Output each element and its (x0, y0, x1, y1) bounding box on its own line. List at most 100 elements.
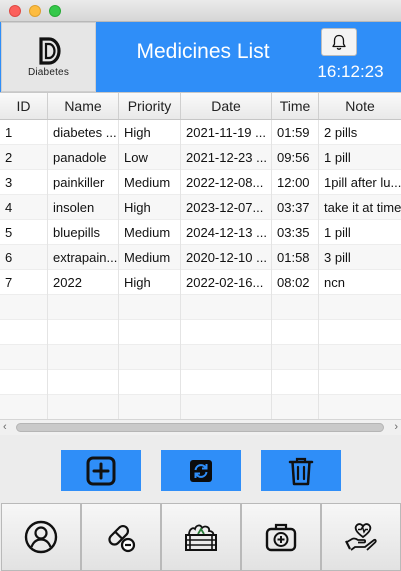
cell-priority: Medium (119, 220, 181, 245)
cell-id (0, 395, 48, 420)
cell-date: 2023-12-07... (181, 195, 272, 220)
header: Diabetes Medicines List 16:12:23 (0, 22, 401, 92)
cell-note: 1 pill (324, 225, 351, 240)
table-row[interactable] (0, 395, 401, 420)
column-header-note[interactable]: Note (319, 93, 401, 119)
horizontal-scrollbar[interactable]: ‹ › (0, 419, 401, 435)
table-row[interactable]: 7 2022 High 2022-02-16... 08:02 ncn (0, 270, 401, 295)
cell-name: diabetes ... (48, 120, 119, 145)
cell-id: 3 (0, 170, 48, 195)
cell-priority: Medium (119, 170, 181, 195)
cell-date: 2022-02-16... (181, 270, 272, 295)
cell-note (319, 320, 401, 345)
add-medicine-button[interactable] (61, 450, 141, 491)
window-close-button[interactable] (9, 5, 21, 17)
window-minimize-button[interactable] (29, 5, 41, 17)
bottom-navigation (0, 503, 401, 571)
cell-time: 03:37 (272, 195, 319, 220)
cell-date (181, 395, 272, 420)
trash-icon (288, 457, 314, 485)
cell-date (181, 320, 272, 345)
table-row[interactable]: 3 painkiller Medium 2022-12-08... 12:00 1pill… (0, 170, 401, 195)
table-row[interactable]: 6 extrapain... Medium 2020-12-10 ... 01:58 3 … (0, 245, 401, 270)
diabetes-logo-icon (39, 37, 61, 65)
cell-time (272, 345, 319, 370)
table-row[interactable]: 4 insolen High 2023-12-07... 03:37 take it at… (0, 195, 401, 220)
nav-food-button[interactable] (161, 503, 241, 571)
user-circle-icon (24, 520, 58, 554)
cell-id: 7 (0, 270, 48, 295)
cell-priority: High (119, 120, 181, 145)
cell-id (0, 295, 48, 320)
cell-id (0, 370, 48, 395)
column-header-time[interactable]: Time (272, 93, 319, 119)
column-header-priority[interactable]: Priority (119, 93, 181, 119)
window-maximize-button[interactable] (49, 5, 61, 17)
cell-time: 12:00 (272, 170, 319, 195)
column-header-name[interactable]: Name (48, 93, 119, 119)
cell-time: 01:59 (272, 120, 319, 145)
cell-note (319, 370, 401, 395)
cell-date (181, 370, 272, 395)
cell-id: 2 (0, 145, 48, 170)
column-header-id[interactable]: ID (0, 93, 48, 119)
table-row[interactable] (0, 370, 401, 395)
cell-name (48, 295, 119, 320)
heart-hand-icon (345, 523, 377, 551)
bell-icon (332, 34, 346, 50)
notifications-button[interactable] (321, 28, 357, 56)
cell-id: 6 (0, 245, 48, 270)
cell-name (48, 395, 119, 420)
cell-date (181, 295, 272, 320)
cell-note (319, 345, 401, 370)
cell-name: painkiller (48, 170, 119, 195)
cell-date: 2021-12-23 ... (181, 145, 272, 170)
cell-date: 2022-12-08... (181, 170, 272, 195)
nav-profile-button[interactable] (1, 503, 81, 571)
cell-priority (119, 345, 181, 370)
title-bar (0, 0, 401, 22)
nav-health-button[interactable] (321, 503, 401, 571)
cell-name: 2022 (48, 270, 119, 295)
cell-priority (119, 395, 181, 420)
scrollbar-thumb[interactable] (16, 423, 384, 432)
nav-medical-kit-button[interactable] (241, 503, 321, 571)
plus-square-icon (86, 456, 116, 485)
cell-priority: High (119, 195, 181, 220)
scroll-right-icon[interactable]: › (394, 420, 398, 435)
table-row[interactable] (0, 295, 401, 320)
table-header: ID Name Priority Date Time Note (0, 93, 401, 120)
table-row[interactable] (0, 345, 401, 370)
app-logo: Diabetes (1, 22, 96, 92)
cell-note: 2 pills (324, 125, 358, 140)
app-window: Diabetes Medicines List 16:12:23 ID Name… (0, 0, 401, 571)
table-row[interactable]: 2 panadole Low 2021-12-23 ... 09:56 1 pill (0, 145, 401, 170)
column-header-date[interactable]: Date (181, 93, 272, 119)
cell-note (319, 395, 401, 420)
cell-note (319, 295, 401, 320)
cell-time: 03:35 (272, 220, 319, 245)
clock-display: 16:12:23 (317, 62, 384, 81)
cell-name: panadole (48, 145, 119, 170)
refresh-icon (190, 459, 212, 482)
refresh-button[interactable] (161, 450, 241, 491)
cell-name: extrapain... (48, 245, 119, 270)
table-row[interactable]: 5 bluepills Medium 2024-12-13 ... 03:35 1 pil… (0, 220, 401, 245)
medical-kit-icon (265, 523, 297, 552)
cell-note: take it at time (324, 200, 401, 215)
delete-button[interactable] (261, 450, 341, 491)
scroll-left-icon[interactable]: ‹ (3, 420, 7, 435)
cell-note: 3 pill (324, 250, 351, 265)
cell-name: insolen (48, 195, 119, 220)
cell-time: 08:02 (272, 270, 319, 295)
nav-medicines-button[interactable] (81, 503, 161, 571)
cell-date: 2024-12-13 ... (181, 220, 272, 245)
cell-time (272, 295, 319, 320)
cell-time (272, 395, 319, 420)
cell-priority (119, 370, 181, 395)
table-row[interactable] (0, 320, 401, 345)
cell-id (0, 320, 48, 345)
cell-id: 4 (0, 195, 48, 220)
table-row[interactable]: 1 diabetes ... High 2021-11-19 ... 01:59 2 pi… (0, 120, 401, 145)
medicines-table[interactable]: ID Name Priority Date Time Note 1 diabete… (0, 92, 401, 435)
